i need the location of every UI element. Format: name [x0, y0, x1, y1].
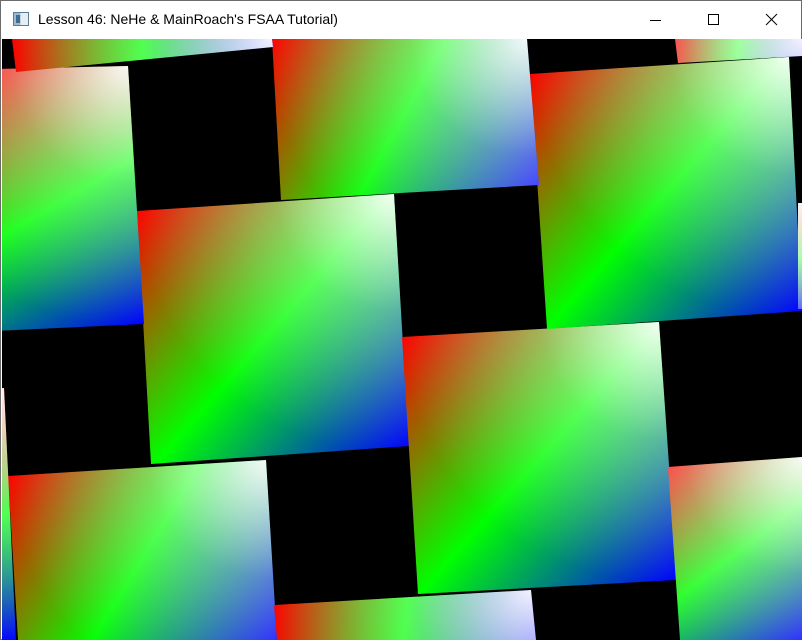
rendered-scene — [2, 39, 802, 640]
application-window: Lesson 46: NeHe & MainRoach's FSAA Tutor… — [0, 0, 802, 640]
close-icon — [765, 13, 778, 26]
minimize-icon — [650, 20, 661, 21]
maximize-icon — [708, 14, 719, 25]
gradient-quad-highlight — [272, 39, 539, 200]
gradient-quad-highlight — [137, 194, 409, 464]
maximize-button[interactable] — [685, 1, 743, 39]
gradient-quad-highlight — [12, 39, 273, 72]
gradient-quad-highlight — [530, 57, 802, 329]
gradient-quad-highlight — [8, 460, 277, 640]
close-button[interactable] — [743, 1, 801, 39]
gradient-quad-highlight — [402, 322, 677, 594]
minimize-button[interactable] — [627, 1, 685, 39]
window-title: Lesson 46: NeHe & MainRoach's FSAA Tutor… — [38, 11, 338, 27]
opengl-viewport[interactable] — [2, 39, 802, 640]
gradient-quad-highlight — [274, 590, 536, 640]
gradient-quad-highlight — [2, 66, 144, 331]
title-bar[interactable]: Lesson 46: NeHe & MainRoach's FSAA Tutor… — [1, 1, 801, 39]
gradient-quad-highlight — [668, 457, 802, 640]
app-window-icon[interactable] — [13, 12, 29, 26]
gradient-quad-highlight — [798, 203, 802, 309]
